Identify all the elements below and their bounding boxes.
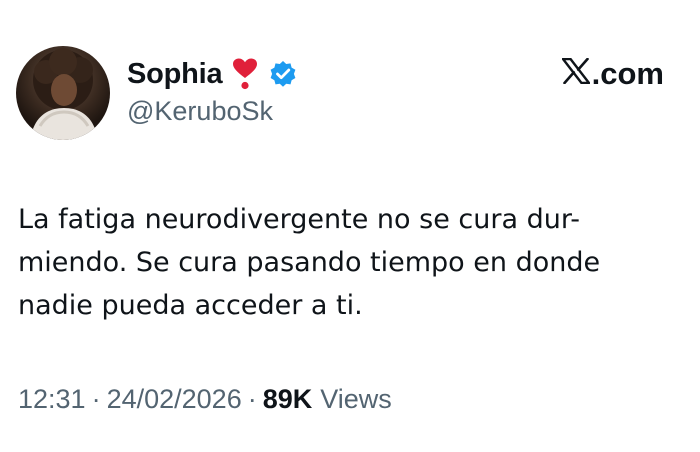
verified-badge-icon bbox=[268, 59, 298, 89]
user-handle[interactable]: @KeruboSk bbox=[127, 96, 273, 127]
tweet-text: La fatiga neurodivergente no se cura dur… bbox=[18, 198, 678, 327]
site-domain: .com bbox=[591, 56, 664, 91]
tweet-card: Sophia @KeruboSk .com La fatiga neurodiv bbox=[0, 0, 700, 452]
avatar[interactable] bbox=[16, 46, 110, 140]
tweet-text-line: La fatiga neurodivergente no se cura dur… bbox=[18, 204, 580, 235]
display-name-row: Sophia bbox=[127, 54, 298, 94]
avatar-photo bbox=[30, 48, 98, 140]
tweet-meta: 12:31 · 24/02/2026 · 89K Views bbox=[18, 384, 392, 415]
display-name[interactable]: Sophia bbox=[127, 58, 223, 91]
x-logo-icon bbox=[561, 56, 590, 92]
tweet-text-line: nadie pueda acceder a ti. bbox=[18, 290, 363, 321]
tweet-text-line: miendo. Se cura pasando tiempo en donde bbox=[18, 247, 601, 278]
heart-exclamation-icon bbox=[232, 58, 258, 90]
site-logo: .com bbox=[561, 56, 664, 92]
tweet-time[interactable]: 12:31 bbox=[18, 384, 86, 415]
meta-separator: · bbox=[91, 384, 101, 414]
views-count: 89K bbox=[262, 384, 313, 414]
views-label: Views bbox=[320, 384, 392, 414]
tweet-date[interactable]: 24/02/2026 bbox=[107, 384, 242, 415]
meta-separator: · bbox=[247, 384, 257, 414]
